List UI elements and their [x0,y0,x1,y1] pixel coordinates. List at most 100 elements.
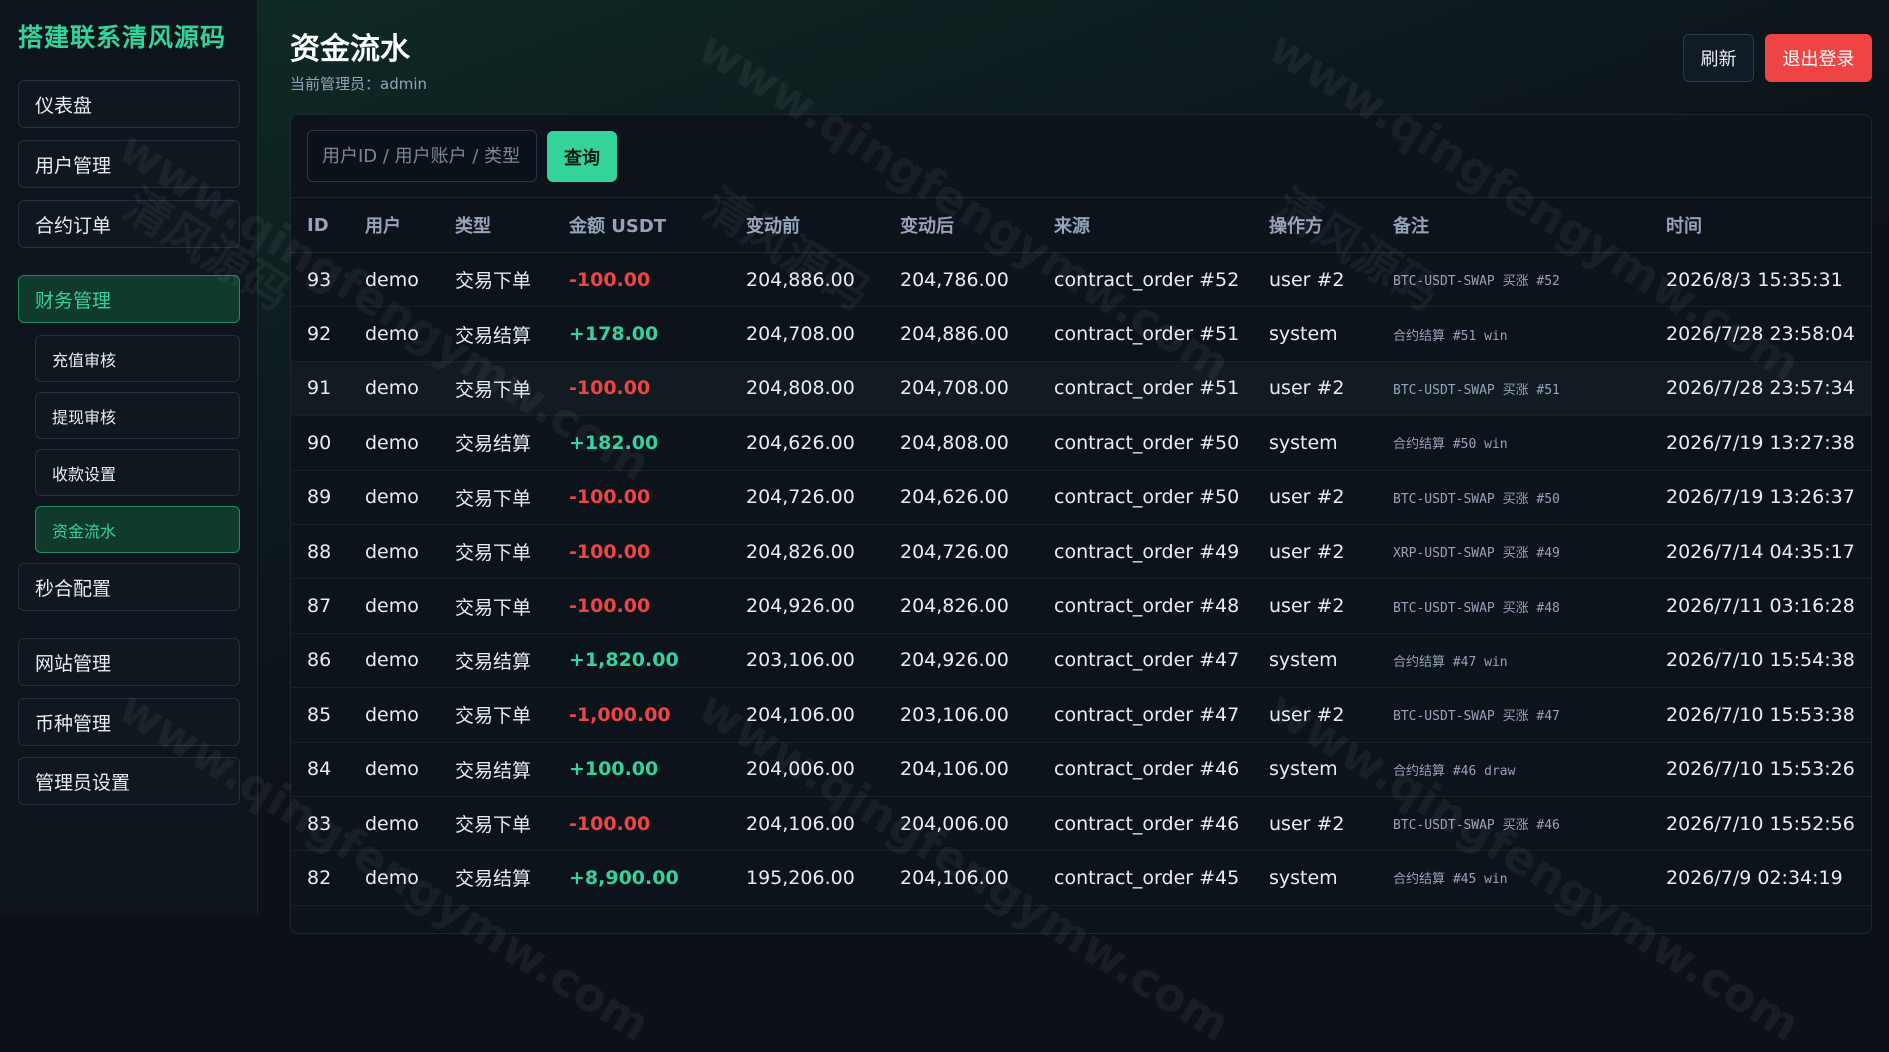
cell-before: 204,106.00 [730,687,884,743]
column-header-time: 时间 [1650,197,1871,253]
logout-button[interactable]: 退出登录 [1765,34,1872,82]
cell-before: 195,206.00 [730,850,884,906]
table-header-row: ID 用户 类型 金额 USDT 变动前 变动后 来源 操作方 备注 时间 [291,197,1871,253]
table-row: 84 demo 交易结算 +100.00 204,006.00 204,106.00 con… [291,742,1871,797]
cell-operator: user #2 [1253,361,1377,417]
current-admin-label: 当前管理员：admin [290,75,428,93]
sidebar-item-site-management[interactable]: 网站管理 [18,638,240,686]
table-row: 85 demo 交易下单 -1,000.00 204,106.00 203,106.00 c… [291,687,1871,743]
table-row: 91 demo 交易下单 -100.00 204,808.00 204,708.00 con… [291,361,1871,417]
cell-user: demo [349,850,439,906]
sidebar-item-finance[interactable]: 财务管理 [18,275,240,323]
cell-note: BTC-USDT-SWAP 买涨 #50 [1377,470,1650,525]
cell-user: demo [349,796,439,852]
cell-time: 2026/7/9 02:34:19 [1650,850,1871,906]
cell-id: 85 [291,687,349,743]
table-row: 93 demo 交易下单 -100.00 204,886.00 204,786.00 con… [291,252,1871,308]
cell-before: 204,726.00 [730,470,884,525]
cell-time: 2026/7/10 15:53:38 [1650,687,1871,743]
cell-after: 204,626.00 [884,470,1038,525]
table-row: 87 demo 交易下单 -100.00 204,926.00 204,826.00 con… [291,578,1871,634]
cell-note: BTC-USDT-SWAP 买涨 #47 [1377,687,1650,743]
main-content: 资金流水 当前管理员：admin 刷新 退出登录 查询 ID 用户 类型 金额 … [109,0,1889,1052]
sidebar-item-seconds-config[interactable]: 秒合配置 [18,563,240,611]
cell-source: contract_order #51 [1038,361,1253,417]
cell-source: contract_order #46 [1038,742,1253,797]
cell-id: 92 [291,306,349,362]
cell-before: 204,106.00 [730,796,884,852]
sidebar-item-users[interactable]: 用户管理 [18,140,240,188]
query-button[interactable]: 查询 [547,131,617,182]
cell-time: 2026/7/28 23:58:04 [1650,306,1871,362]
sidebar-subitem-deposit-review[interactable]: 充值审核 [35,335,240,382]
refresh-button[interactable]: 刷新 [1683,34,1754,82]
sidebar: 搭建联系清风源码 仪表盘 用户管理 合约订单 财务管理 充值审核 提现审核 收款… [0,0,258,914]
cell-id: 88 [291,524,349,580]
cell-operator: user #2 [1253,796,1377,852]
sidebar-subitem-payment-settings[interactable]: 收款设置 [35,449,240,496]
cell-time: 2026/7/11 03:16:28 [1650,578,1871,634]
cell-after: 203,106.00 [884,687,1038,743]
cell-operator: system [1253,850,1377,906]
search-input[interactable] [307,130,537,182]
cell-note: XRP-USDT-SWAP 买涨 #49 [1377,524,1650,580]
cell-source: contract_order #47 [1038,687,1253,743]
brand-title: 搭建联系清风源码 [18,23,227,52]
cell-source: contract_order #46 [1038,796,1253,852]
fund-flow-panel: 查询 ID 用户 类型 金额 USDT 变动前 变动后 来源 操作方 备注 [290,114,1872,934]
cell-time: 2026/7/10 15:54:38 [1650,633,1871,689]
sidebar-subitem-fund-flow[interactable]: 资金流水 [35,506,240,553]
cell-type: 交易下单 [439,361,553,417]
cell-after: 204,006.00 [884,796,1038,852]
cell-operator: user #2 [1253,252,1377,308]
cell-amount: +8,900.00 [553,850,730,906]
cell-user: demo [349,306,439,362]
cell-time: 2026/7/28 23:57:34 [1650,361,1871,417]
cell-user: demo [349,633,439,689]
cell-time: 2026/7/14 04:35:17 [1650,524,1871,580]
cell-type: 交易结算 [439,850,553,906]
cell-before: 204,006.00 [730,742,884,797]
sidebar-item-dashboard[interactable]: 仪表盘 [18,80,240,128]
cell-before: 204,708.00 [730,306,884,362]
cell-type: 交易下单 [439,796,553,852]
cell-note: BTC-USDT-SWAP 买涨 #46 [1377,796,1650,852]
cell-amount: +178.00 [553,306,730,362]
column-header-user: 用户 [349,197,439,253]
cell-type: 交易下单 [439,470,553,525]
column-header-type: 类型 [439,197,553,253]
table-row: 89 demo 交易下单 -100.00 204,726.00 204,626.00 con… [291,470,1871,525]
table-row: 88 demo 交易下单 -100.00 204,826.00 204,726.00 con… [291,524,1871,580]
table-row: 86 demo 交易结算 +1,820.00 203,106.00 204,926.00 c… [291,633,1871,689]
cell-note: 合约结算 #46 draw [1377,742,1650,797]
column-header-id: ID [291,197,349,253]
cell-id: 89 [291,470,349,525]
cell-amount: +1,820.00 [553,633,730,689]
cell-amount: -100.00 [553,470,730,525]
sidebar-subitem-withdraw-review[interactable]: 提现审核 [35,392,240,439]
sidebar-item-coin-management[interactable]: 币种管理 [18,698,240,746]
cell-before: 204,886.00 [730,252,884,308]
cell-time: 2026/7/10 15:53:26 [1650,742,1871,797]
cell-type: 交易下单 [439,524,553,580]
sidebar-item-contract-orders[interactable]: 合约订单 [18,200,240,248]
cell-operator: system [1253,306,1377,362]
cell-source: contract_order #50 [1038,470,1253,525]
cell-after: 204,106.00 [884,742,1038,797]
cell-type: 交易结算 [439,742,553,797]
table-row: 92 demo 交易结算 +178.00 204,708.00 204,886.00 con… [291,306,1871,362]
sidebar-item-admin-settings[interactable]: 管理员设置 [18,757,240,805]
cell-after: 204,826.00 [884,578,1038,634]
cell-id: 82 [291,850,349,906]
cell-amount: -100.00 [553,524,730,580]
cell-type: 交易下单 [439,252,553,308]
cell-before: 204,826.00 [730,524,884,580]
cell-operator: user #2 [1253,524,1377,580]
cell-user: demo [349,415,439,471]
cell-source: contract_order #47 [1038,633,1253,689]
cell-id: 90 [291,415,349,471]
fund-flow-table: ID 用户 类型 金额 USDT 变动前 变动后 来源 操作方 备注 时间 93… [291,197,1871,906]
table-row: 82 demo 交易结算 +8,900.00 195,206.00 204,106.00 c… [291,850,1871,906]
page-title: 资金流水 [290,32,410,67]
cell-operator: user #2 [1253,687,1377,743]
